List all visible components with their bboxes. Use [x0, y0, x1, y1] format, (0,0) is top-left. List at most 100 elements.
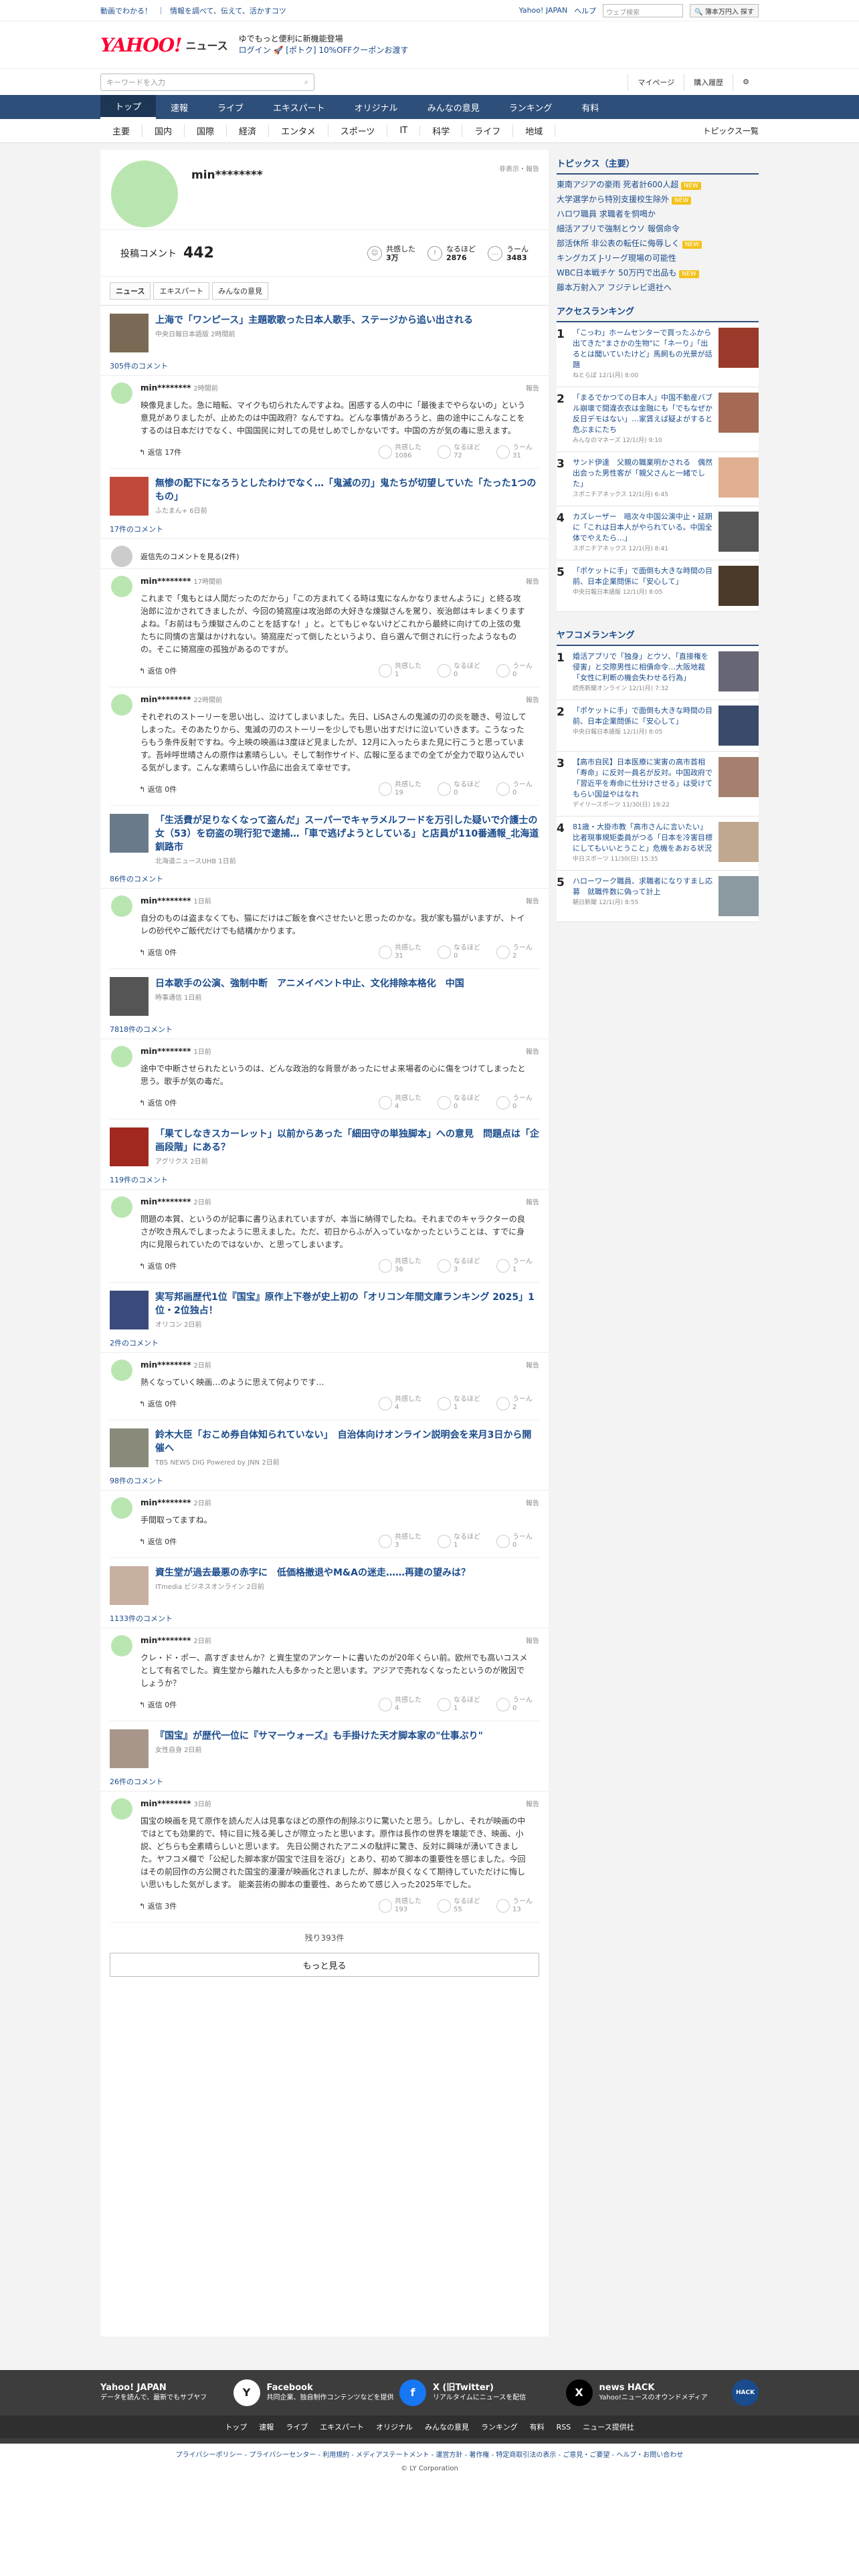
footer-nav-link[interactable]: ライブ: [286, 2422, 308, 2432]
hmm-vote-button[interactable]: うーん 0: [496, 663, 533, 679]
article-title[interactable]: 資生堂が過去最悪の赤字に 低価格撤退やM&Aの迷走……再建の望みは？: [155, 1566, 470, 1580]
comment-author[interactable]: min******** 22時間前: [140, 694, 539, 704]
reply-link[interactable]: ↰ 返信 0件: [110, 784, 177, 794]
search-icon[interactable]: ⌕: [304, 78, 308, 87]
comment-author[interactable]: min******** 1日前: [140, 895, 539, 905]
ranking-item[interactable]: 3 【高市自民】日本医療に実害の高市首相「寿命」に反対一員名が反対。中国政府で「習…: [557, 752, 759, 817]
hmm-vote-button[interactable]: うーん 0: [496, 781, 533, 797]
insight-vote-button[interactable]: なるほど 0: [438, 1095, 480, 1111]
mypage-link[interactable]: マイページ: [628, 73, 684, 91]
nav-ranking[interactable]: ランキング: [494, 95, 567, 119]
reply-link[interactable]: ↰ 返信 0件: [110, 665, 177, 676]
topic-link[interactable]: キングカズ J-リーグ現場の可能性: [557, 251, 759, 265]
nav-paid[interactable]: 有料: [567, 95, 613, 119]
ranking-thumbnail[interactable]: [719, 566, 759, 606]
ranking-title[interactable]: ハローワーク職員、求職者になりすまし応募 就職件数に偽って計上 朝日新聞 12/1…: [573, 876, 713, 916]
cat-domestic[interactable]: 国内: [142, 124, 185, 137]
empathy-vote-button[interactable]: 共感した 19: [379, 781, 421, 797]
empathy-vote-button[interactable]: 共感した 4: [379, 1697, 421, 1713]
nav-breaking[interactable]: 速報: [156, 95, 203, 119]
reply-link[interactable]: ↰ 返信 0件: [110, 1097, 177, 1108]
article-thumbnail[interactable]: [110, 477, 149, 516]
article-title[interactable]: 実写邦画歴代1位『国宝』原作上下巻が史上初の「オリコン年間文庫ランキング 202…: [155, 1291, 539, 1317]
ranking-item[interactable]: 5 「ポケットに手」で面倒も大きな時間の目前、日本企業問係に「安心して」 中央日報日…: [557, 560, 759, 612]
comment-count-link[interactable]: 86件のコメント: [100, 869, 549, 889]
ranking-thumbnail[interactable]: [719, 457, 759, 498]
ranking-thumbnail[interactable]: [719, 706, 759, 746]
topic-link[interactable]: 大学選学から特別支援校生除外 NEW: [557, 192, 759, 207]
footer-nav-link[interactable]: RSS: [557, 2423, 571, 2432]
comment-count-link[interactable]: 7818件のコメント: [100, 1020, 549, 1039]
empathy-vote-button[interactable]: 共感した 1086: [379, 444, 421, 460]
reply-link[interactable]: ↰ 返信 0件: [110, 1536, 177, 1547]
ranking-item[interactable]: 2 「まるでかつての日本人」中国不動産バブル崩壊で間違衣衣は金融にも「でもなぜか反…: [557, 387, 759, 452]
footer-nav-link[interactable]: 有料: [530, 2422, 545, 2432]
article-title[interactable]: 日本歌手の公演、強制中断 アニメイベント中止、文化排除本格化 中国: [155, 977, 464, 990]
article-title[interactable]: 「生活費が足りなくなって盗んだ」スーパーでキャラメルフードを万引した疑いで介護士…: [155, 814, 539, 854]
insight-vote-button[interactable]: なるほど 0: [438, 781, 480, 797]
topic-link[interactable]: ハロワ職員 求職者を恫喝か: [557, 207, 759, 221]
tab-expert[interactable]: エキスパート: [153, 282, 210, 300]
ranking-item[interactable]: 1 婚活アプリで「独身」とウソ、「直接権を侵害」と交際男性に相債命令…大阪地裁「女…: [557, 646, 759, 700]
report-link[interactable]: 報告: [526, 1360, 539, 1370]
insight-vote-button[interactable]: なるほど 1: [438, 1533, 480, 1549]
comment-author[interactable]: min******** 2時間前: [140, 383, 539, 393]
empathy-vote-button[interactable]: 共感した 1: [379, 663, 421, 679]
cat-main[interactable]: 主要: [100, 124, 143, 137]
reply-link[interactable]: ↰ 返信 0件: [110, 1261, 177, 1271]
empathy-vote-button[interactable]: 共感した 31: [379, 944, 421, 960]
reply-link[interactable]: ↰ 返信 3件: [110, 1901, 177, 1911]
footer-nav-link[interactable]: オリジナル: [376, 2422, 413, 2432]
yahoo-logo[interactable]: YAHOO!: [100, 34, 182, 56]
article-thumbnail[interactable]: [110, 814, 149, 853]
footer-nav-link[interactable]: トップ: [225, 2422, 247, 2432]
ranking-item[interactable]: 4 カズレーザー 暗次々中国公演中止・延期に「これは日本人がやられている。中国全体…: [557, 506, 759, 560]
comment-author[interactable]: min******** 17時間前: [140, 576, 539, 586]
topic-link[interactable]: 細活アプリで強制とウソ 報償命令: [557, 221, 759, 236]
report-link[interactable]: 報告: [526, 1046, 539, 1056]
article-thumbnail[interactable]: [110, 1428, 149, 1467]
footer-legal-links[interactable]: プライバシーポリシー - プライバシーセンター - 利用規約 - メディアステー…: [0, 2449, 859, 2462]
cat-business[interactable]: 経済: [227, 124, 270, 137]
article-thumbnail[interactable]: [110, 1566, 149, 1605]
footer-nav-link[interactable]: みんなの意見: [425, 2422, 469, 2432]
empathy-vote-button[interactable]: 共感した 4: [379, 1396, 421, 1412]
report-link[interactable]: 報告: [526, 694, 539, 704]
reply-link[interactable]: ↰ 返信 0件: [110, 1398, 177, 1409]
ranking-title[interactable]: 婚活アプリで「独身」とウソ、「直接権を侵害」と交際男性に相債命令…大阪地裁「女性…: [573, 651, 713, 694]
ranking-title[interactable]: 「ポケットに手」で面倒も大きな時間の目前、日本企業問係に「安心して」 中央日報日本…: [573, 566, 713, 606]
cat-entertainment[interactable]: エンタメ: [269, 124, 328, 137]
ranking-thumbnail[interactable]: [719, 328, 759, 368]
topic-link[interactable]: 部活休所 非公表の転任に侮辱しく NEW: [557, 236, 759, 251]
topic-link[interactable]: WBC日本戦チケ 50万円で出品も NEW: [557, 265, 759, 280]
article-title[interactable]: 「果てしなきスカーレット」以前からあった「細田守の単独脚本」への意見 問題点は「…: [155, 1128, 539, 1154]
news-search-input[interactable]: キーワードを入力 ⌕: [100, 73, 314, 91]
hmm-vote-button[interactable]: うーん 0: [496, 1095, 533, 1111]
promo-link-2[interactable]: 情報を調べて、伝えて、活かすコツ: [170, 5, 286, 16]
tab-opinions[interactable]: みんなの意見: [212, 282, 269, 300]
insight-vote-button[interactable]: なるほど 0: [438, 663, 480, 679]
empathy-vote-button[interactable]: 共感した 3: [379, 1533, 421, 1549]
empathy-vote-button[interactable]: 共感した 36: [379, 1258, 421, 1274]
topics-list-link[interactable]: トピックス一覧: [702, 125, 759, 136]
comment-author[interactable]: min******** 2日前: [140, 1497, 539, 1507]
hmm-vote-button[interactable]: うーん 0: [496, 1697, 533, 1713]
insight-vote-button[interactable]: なるほど 3: [438, 1258, 480, 1274]
nav-opinions[interactable]: みんなの意見: [413, 95, 494, 119]
empathy-vote-button[interactable]: 共感した 193: [379, 1898, 421, 1914]
report-link[interactable]: 報告: [526, 895, 539, 905]
reply-link[interactable]: ↰ 返信 17件: [110, 447, 181, 457]
insight-vote-button[interactable]: なるほど 1: [438, 1697, 480, 1713]
ranking-title[interactable]: カズレーザー 暗次々中国公演中止・延期に「これは日本人がやられている。中国全体で…: [573, 512, 713, 554]
hmm-vote-button[interactable]: うーん 31: [496, 444, 533, 460]
insight-vote-button[interactable]: なるほど 1: [438, 1396, 480, 1412]
hmm-vote-button[interactable]: うーん 0: [496, 1533, 533, 1549]
comment-author[interactable]: min******** 2日前: [140, 1360, 539, 1370]
help-link[interactable]: ヘルプ: [574, 5, 596, 16]
hmm-vote-button[interactable]: うーん 2: [496, 1396, 533, 1412]
footer-nav-link[interactable]: ニュース提供社: [583, 2422, 634, 2432]
cat-local[interactable]: 地域: [513, 124, 556, 137]
article-thumbnail[interactable]: [110, 1128, 149, 1166]
cat-it[interactable]: IT: [387, 126, 421, 136]
ranking-item[interactable]: 1 「こっわ」ホームセンターで買ったふから出てきた"まさかの生物"に「ネ一り」「出…: [557, 322, 759, 387]
